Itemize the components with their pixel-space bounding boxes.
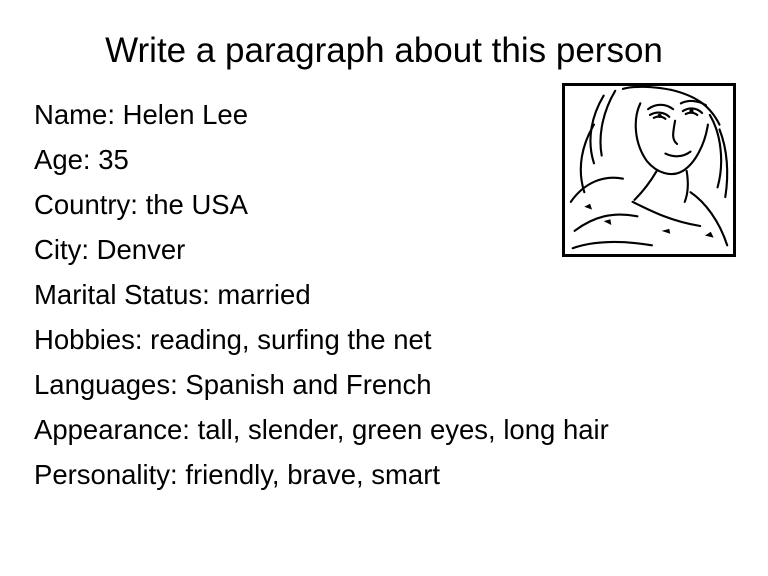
profile-age-line: Age: 35 [34,144,129,175]
portrait-photo [562,83,736,257]
profile-personality-line: Personality: friendly, brave, smart [34,459,441,490]
profile-marital-status-line: Marital Status: married [34,279,311,310]
profile-name-line: Name: Helen Lee [34,99,249,130]
woman-portrait-icon [569,86,729,250]
profile-city-line: City: Denver [34,234,186,265]
worksheet-page: Write a paragraph about this person Name… [0,0,768,576]
profile-country-line: Country: the USA [34,189,248,220]
page-title: Write a paragraph about this person [105,31,663,70]
profile-info-list: Name: Helen Lee Age: 35 Country: the USA… [34,92,609,497]
profile-appearance-line: Appearance: tall, slender, green eyes, l… [34,414,609,445]
profile-languages-line: Languages: Spanish and French [34,369,432,400]
profile-hobbies-line: Hobbies: reading, surfing the net [34,324,432,355]
